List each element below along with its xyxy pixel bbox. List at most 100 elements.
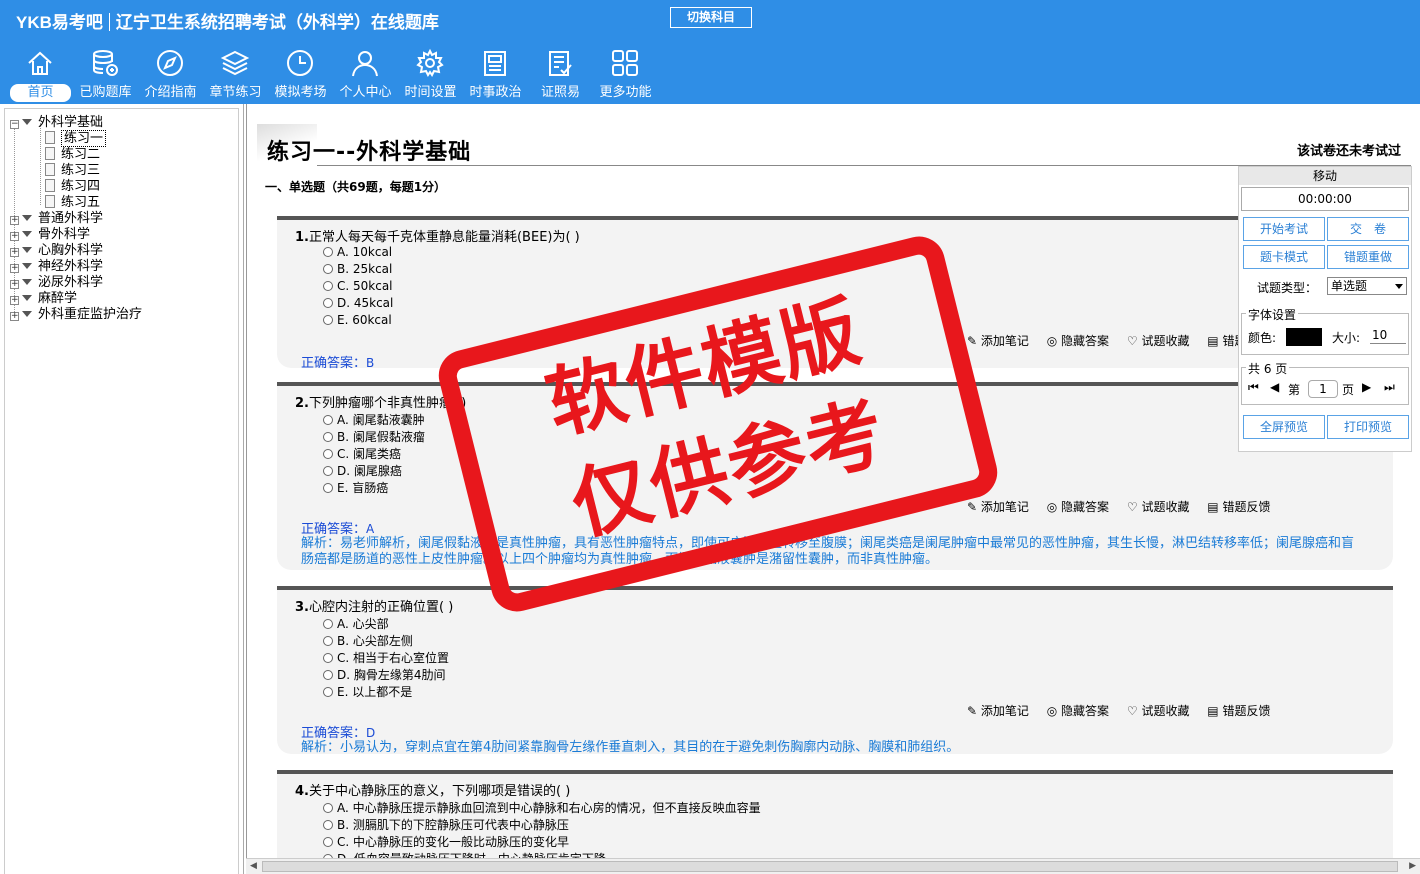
tree-group[interactable]: + 外科重症监护治疗 <box>10 307 142 323</box>
fullscreen-preview-button[interactable]: 全屏预览 <box>1243 415 1325 439</box>
tree-group[interactable]: + 心胸外科学 <box>10 243 103 259</box>
font-color-swatch[interactable] <box>1286 328 1322 346</box>
radio-button[interactable] <box>323 298 333 308</box>
option[interactable]: A. 阑尾黏液囊肿 <box>323 411 425 428</box>
prev-page-icon[interactable]: ◀ <box>1270 380 1279 394</box>
option[interactable]: A. 10kcal <box>323 245 392 259</box>
expand-icon[interactable]: + <box>10 296 19 305</box>
nav-time-settings[interactable]: 时间设置 <box>398 46 463 104</box>
expand-icon[interactable]: + <box>10 216 19 225</box>
first-page-icon[interactable]: ⏮ <box>1248 380 1259 395</box>
option[interactable]: E. 以上都不是 <box>323 683 412 700</box>
nav-mock-exam[interactable]: 模拟考场 <box>268 46 333 104</box>
option[interactable]: B. 阑尾假黏液瘤 <box>323 428 425 445</box>
expand-icon[interactable]: + <box>10 312 19 321</box>
horizontal-scrollbar[interactable]: ◀ ▶ <box>246 858 1420 874</box>
radio-button[interactable] <box>323 483 333 493</box>
option[interactable]: D. 阑尾腺癌 <box>323 462 402 479</box>
scroll-thumb[interactable] <box>262 861 1398 872</box>
radio-button[interactable] <box>323 636 333 646</box>
radio-button[interactable] <box>323 315 333 325</box>
collapse-icon[interactable]: − <box>10 120 19 129</box>
favorite-button[interactable]: ♡ 试题收藏 <box>1127 500 1190 514</box>
option[interactable]: D. 胸骨左缘第4肋间 <box>323 666 446 683</box>
question-type-select[interactable]: 单选题 <box>1327 277 1407 295</box>
radio-button[interactable] <box>323 653 333 663</box>
favorite-button[interactable]: ♡ 试题收藏 <box>1127 704 1190 718</box>
start-exam-button[interactable]: 开始考试 <box>1243 217 1325 241</box>
tree-group[interactable]: + 骨外科学 <box>10 227 90 243</box>
hide-answer-button[interactable]: ◎ 隐藏答案 <box>1047 704 1109 718</box>
radio-button[interactable] <box>323 837 333 847</box>
expand-icon[interactable]: + <box>10 264 19 273</box>
tree-item-exercise-3[interactable]: 练习三 <box>45 163 100 179</box>
nav-guide[interactable]: 介绍指南 <box>138 46 203 104</box>
tree-group[interactable]: + 普通外科学 <box>10 211 103 227</box>
option[interactable]: B. 测膈肌下的下腔静脉压可代表中心静脉压 <box>323 816 569 833</box>
submit-exam-button[interactable]: 交 卷 <box>1327 217 1409 241</box>
radio-button[interactable] <box>323 449 333 459</box>
radio-button[interactable] <box>323 264 333 274</box>
heart-icon: ♡ <box>1126 704 1142 718</box>
tree-root[interactable]: − 外科学基础 <box>10 115 103 131</box>
nav-purchased[interactable]: 已购题库 <box>73 46 138 104</box>
option[interactable]: C. 中心静脉压的变化一般比动脉压的变化早 <box>323 833 569 850</box>
nav-home[interactable]: 首页 <box>8 46 73 104</box>
option[interactable]: C. 50kcal <box>323 279 393 293</box>
tree-group[interactable]: + 麻醉学 <box>10 291 77 307</box>
page-input[interactable]: 1 <box>1308 380 1338 398</box>
favorite-button[interactable]: ♡ 试题收藏 <box>1127 334 1190 348</box>
redo-wrong-button[interactable]: 错题重做 <box>1327 245 1409 269</box>
option[interactable]: C. 阑尾类癌 <box>323 445 401 462</box>
switch-subject-button[interactable]: 切换科目 <box>670 7 752 28</box>
radio-button[interactable] <box>323 466 333 476</box>
nav-profile[interactable]: 个人中心 <box>333 46 398 104</box>
radio-button[interactable] <box>323 670 333 680</box>
panel-move-handle[interactable]: 移动 <box>1239 167 1411 185</box>
option[interactable]: A. 中心静脉压提示静脉血回流到中心静脉和右心房的情况，但不直接反映血容量 <box>323 799 761 816</box>
expand-icon[interactable]: + <box>10 280 19 289</box>
radio-button[interactable] <box>323 415 333 425</box>
radio-button[interactable] <box>323 432 333 442</box>
nav-chapter[interactable]: 章节练习 <box>203 46 268 104</box>
card-mode-button[interactable]: 题卡模式 <box>1243 245 1325 269</box>
tree-item-exercise-4[interactable]: 练习四 <box>45 179 100 195</box>
tree-item-exercise-1[interactable]: 练习一 <box>45 130 107 147</box>
tree-group[interactable]: + 泌尿外科学 <box>10 275 103 291</box>
radio-button[interactable] <box>323 247 333 257</box>
expand-icon[interactable]: + <box>10 232 19 241</box>
option[interactable]: D. 45kcal <box>323 296 393 310</box>
last-page-icon[interactable]: ⏭ <box>1384 380 1395 395</box>
radio-button[interactable] <box>323 619 333 629</box>
add-note-button[interactable]: ✎ 添加笔记 <box>967 704 1029 718</box>
expand-icon[interactable]: + <box>10 248 19 257</box>
option[interactable]: C. 相当于右心室位置 <box>323 649 449 666</box>
option[interactable]: B. 心尖部左侧 <box>323 632 413 649</box>
scroll-right-icon[interactable]: ▶ <box>1409 861 1416 871</box>
tree-item-exercise-5[interactable]: 练习五 <box>45 195 100 211</box>
radio-button[interactable] <box>323 803 333 813</box>
option[interactable]: E. 盲肠癌 <box>323 479 388 496</box>
nav-more[interactable]: 更多功能 <box>593 46 658 104</box>
option[interactable]: E. 60kcal <box>323 313 392 327</box>
scroll-left-icon[interactable]: ◀ <box>250 861 257 871</box>
hide-answer-button[interactable]: ◎ 隐藏答案 <box>1047 334 1109 348</box>
option[interactable]: B. 25kcal <box>323 262 392 276</box>
feedback-button[interactable]: ▤ 错题反馈 <box>1207 500 1270 514</box>
font-size-input[interactable]: 10 <box>1370 326 1406 344</box>
nav-label: 首页 <box>10 84 71 102</box>
add-note-button[interactable]: ✎ 添加笔记 <box>967 500 1029 514</box>
tree-group[interactable]: + 神经外科学 <box>10 259 103 275</box>
next-page-icon[interactable]: ▶ <box>1362 380 1371 394</box>
hide-answer-button[interactable]: ◎ 隐藏答案 <box>1047 500 1109 514</box>
feedback-button[interactable]: ▤ 错题反馈 <box>1207 704 1270 718</box>
radio-button[interactable] <box>323 281 333 291</box>
nav-license[interactable]: 证照易 <box>528 46 593 104</box>
radio-button[interactable] <box>323 687 333 697</box>
radio-button[interactable] <box>323 820 333 830</box>
add-note-button[interactable]: ✎ 添加笔记 <box>967 334 1029 348</box>
print-preview-button[interactable]: 打印预览 <box>1327 415 1409 439</box>
nav-politics[interactable]: 时事政治 <box>463 46 528 104</box>
option[interactable]: A. 心尖部 <box>323 615 389 632</box>
tree-item-exercise-2[interactable]: 练习二 <box>45 147 100 163</box>
